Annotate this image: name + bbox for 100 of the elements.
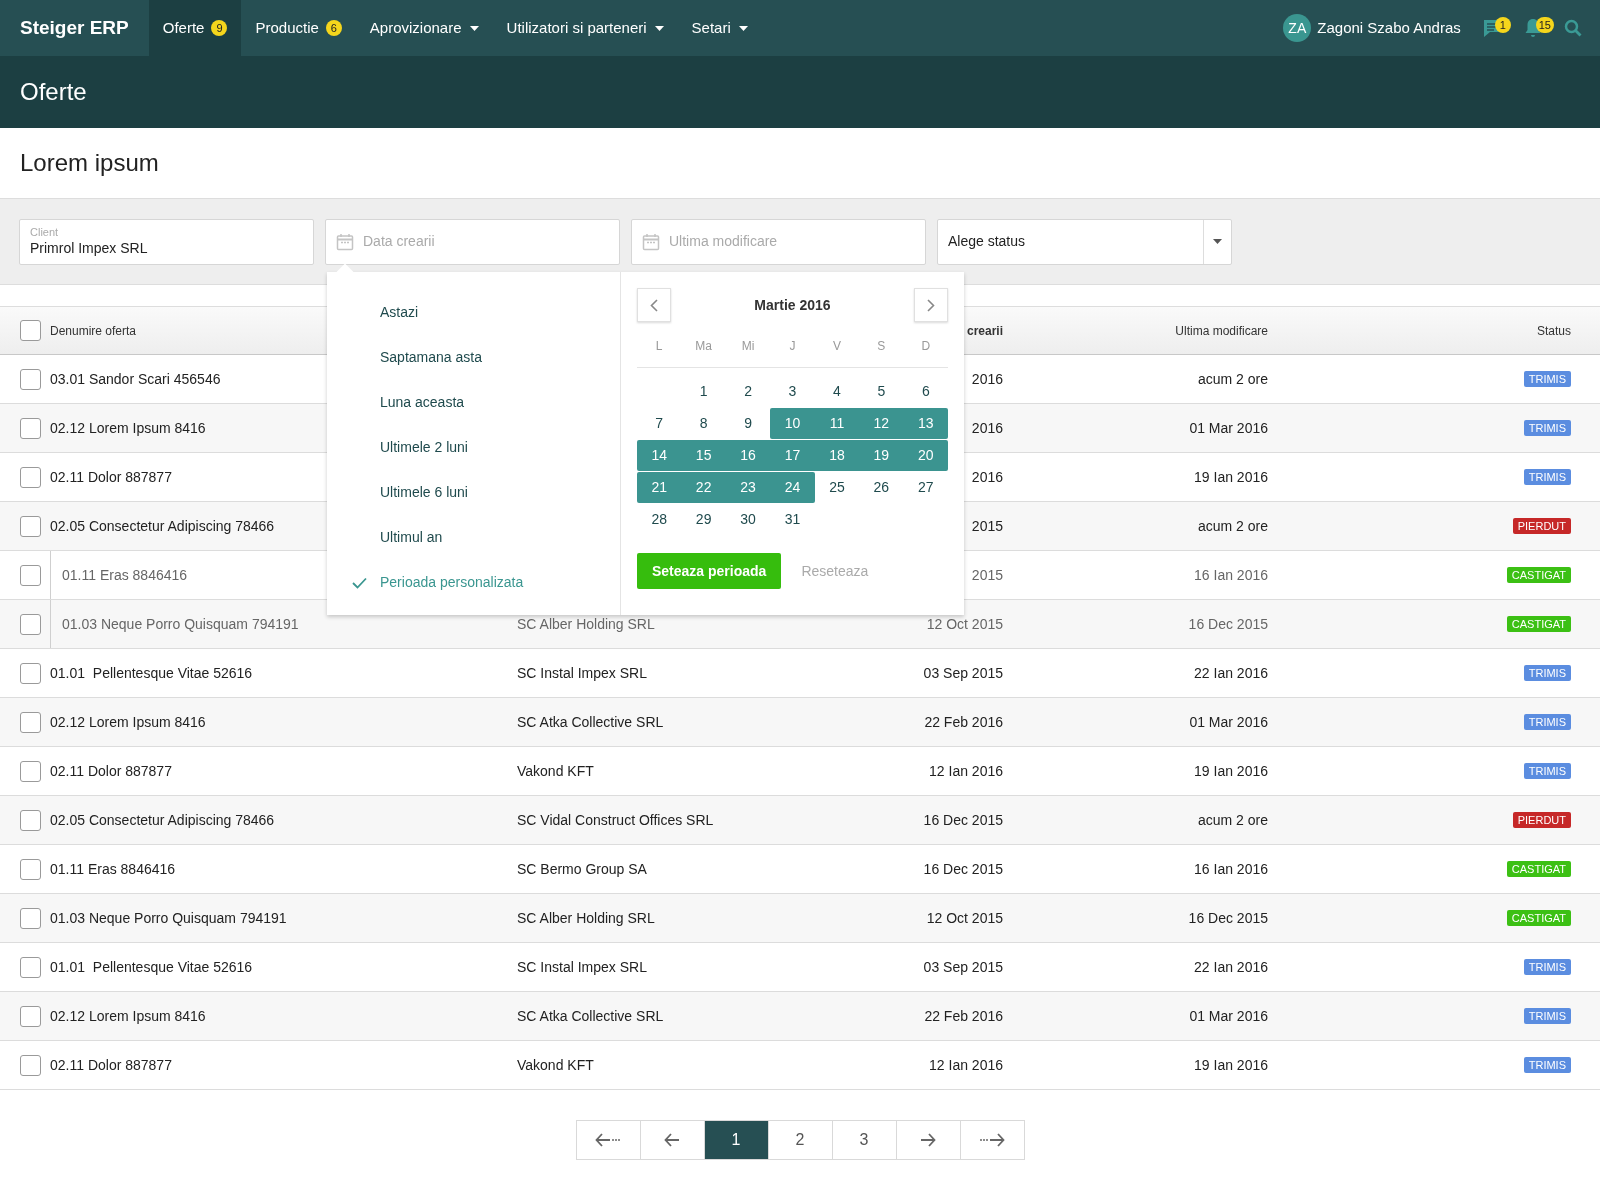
calendar-day[interactable]: 15	[681, 440, 726, 471]
status-tag: CASTIGAT	[1506, 567, 1571, 583]
weekday-label: S	[876, 337, 887, 355]
modified-date: 19 Ian 2016	[1194, 1055, 1268, 1075]
calendar-day[interactable]: 7	[637, 408, 682, 439]
checkbox[interactable]	[20, 956, 41, 978]
checkbox[interactable]	[20, 1054, 41, 1076]
calendar-day[interactable]: 2	[725, 376, 771, 407]
weekday-label: D	[920, 337, 932, 355]
search-icon	[1564, 19, 1582, 37]
preset-option[interactable]: Saptamana asta	[327, 335, 620, 380]
calendar-day[interactable]: 27	[903, 472, 948, 503]
first-page-button[interactable]	[575, 1120, 641, 1160]
modified-date: 01 Mar 2016	[1189, 1006, 1268, 1026]
checkbox[interactable]	[20, 760, 41, 782]
calendar-day[interactable]: 12	[859, 408, 904, 439]
modified-date: 16 Ian 2016	[1194, 859, 1268, 879]
calendar-day[interactable]: 10	[770, 408, 815, 439]
preset-option[interactable]: Ultimele 6 luni	[327, 470, 620, 515]
page-button[interactable]: 2	[767, 1120, 833, 1160]
calendar-day[interactable]: 9	[725, 408, 771, 439]
client-field[interactable]: Client Primrol Impex SRL	[19, 218, 314, 265]
checkbox[interactable]	[20, 368, 41, 390]
next-page-button[interactable]	[895, 1120, 961, 1160]
preset-option[interactable]: Perioada personalizata	[327, 560, 620, 605]
checkbox[interactable]	[20, 1005, 41, 1027]
checkbox[interactable]	[20, 466, 41, 488]
calendar-day[interactable]: 24	[770, 472, 815, 503]
checkbox[interactable]	[20, 809, 41, 831]
column-header: Ultima modificare	[1175, 322, 1268, 340]
status-tag: CASTIGAT	[1506, 910, 1571, 926]
created-date: 12 Ian 2016	[929, 761, 1003, 781]
calendar-day[interactable]: 13	[903, 408, 948, 439]
checkbox[interactable]	[20, 564, 41, 586]
offer-name: 02.11 Dolor 887877	[50, 761, 172, 781]
created-date: 2016	[971, 418, 1003, 438]
calendar-day[interactable]: 16	[725, 440, 771, 471]
column-header: Denumire oferta	[50, 322, 137, 340]
client-name: SC Atka Collective SRL	[517, 1006, 665, 1026]
status-tag: PIERDUT	[1512, 518, 1571, 534]
calendar-day[interactable]: 17	[770, 440, 815, 471]
page-button[interactable]: 3	[831, 1120, 897, 1160]
calendar-day[interactable]: 30	[725, 504, 771, 535]
preset-option[interactable]: Luna aceasta	[327, 380, 620, 425]
offer-name: 01.11 Eras 8846416	[62, 565, 188, 585]
previous-page-button[interactable]	[639, 1120, 705, 1160]
checkbox[interactable]	[20, 613, 41, 635]
offer-name: 01.01 Pellentesque Vitae 52616	[50, 957, 253, 977]
checkbox[interactable]	[20, 907, 41, 929]
calendar-day[interactable]: 4	[814, 376, 860, 407]
checkbox[interactable]	[20, 711, 41, 733]
previous-month-button[interactable]	[637, 288, 671, 322]
calendar-day[interactable]: 19	[859, 440, 904, 471]
created-date: 2016	[971, 369, 1003, 389]
calendar-day[interactable]: 14	[637, 440, 682, 471]
checkbox[interactable]	[20, 662, 41, 684]
calendar-day[interactable]: 5	[859, 376, 904, 407]
last-page-button[interactable]	[959, 1120, 1025, 1160]
offer-name: 03.01 Sandor Scari 456546	[50, 369, 221, 389]
checkbox[interactable]	[20, 858, 41, 880]
client-name: Vakond KFT	[517, 761, 595, 781]
calendar-day[interactable]: 22	[681, 472, 726, 503]
user-avatar[interactable]: ZA	[1283, 14, 1312, 42]
checkbox[interactable]	[20, 417, 41, 439]
preset-option[interactable]: Ultimul an	[327, 515, 620, 560]
preset-option[interactable]: Ultimele 2 luni	[327, 425, 620, 470]
calendar-day[interactable]: 8	[681, 408, 726, 439]
calendar-day[interactable]: 1	[681, 376, 726, 407]
client-name: SC Bermo Group SA	[517, 859, 648, 879]
page-button[interactable]: 1	[703, 1120, 769, 1160]
calendar-day[interactable]: 28	[637, 504, 682, 535]
offer-name: 02.05 Consectetur Adipiscing 78466	[50, 516, 275, 536]
calendar-day[interactable]: 11	[814, 408, 860, 439]
calendar-day[interactable]: 21	[637, 472, 682, 503]
modified-date: 22 Ian 2016	[1194, 957, 1268, 977]
calendar-day[interactable]: 26	[859, 472, 904, 503]
weekday-label: V	[831, 337, 842, 355]
calendar-day[interactable]: 29	[681, 504, 726, 535]
preset-option[interactable]: Astazi	[327, 290, 620, 335]
calendar-day[interactable]: 18	[814, 440, 860, 471]
client-name: SC Alber Holding SRL	[517, 908, 656, 928]
user-name[interactable]: Zagoni Szabo Andras	[1317, 16, 1461, 40]
client-name: SC Instal Impex SRL	[517, 663, 648, 683]
count-badge: 9	[211, 20, 228, 36]
calendar-day[interactable]: 20	[903, 440, 948, 471]
calendar-day[interactable]: 31	[770, 504, 815, 535]
checkbox[interactable]	[20, 320, 41, 341]
modified-date: acum 2 ore	[1197, 369, 1268, 389]
offer-name: 02.12 Lorem Ipsum 8416	[50, 712, 206, 732]
next-month-button[interactable]	[914, 288, 948, 322]
nav-tab[interactable]: Oferte 9	[148, 0, 242, 56]
status-tag: TRIMIS	[1523, 1057, 1571, 1073]
checkbox[interactable]	[20, 515, 41, 537]
arrow-right-icon	[920, 1133, 936, 1147]
status-dropdown[interactable]: Alege status	[937, 218, 1232, 265]
calendar-day[interactable]: 25	[814, 472, 860, 503]
calendar-day[interactable]: 6	[903, 376, 948, 407]
offer-name: 02.11 Dolor 887877	[50, 467, 172, 487]
calendar-day[interactable]: 23	[725, 472, 771, 503]
calendar-day[interactable]: 3	[770, 376, 815, 407]
